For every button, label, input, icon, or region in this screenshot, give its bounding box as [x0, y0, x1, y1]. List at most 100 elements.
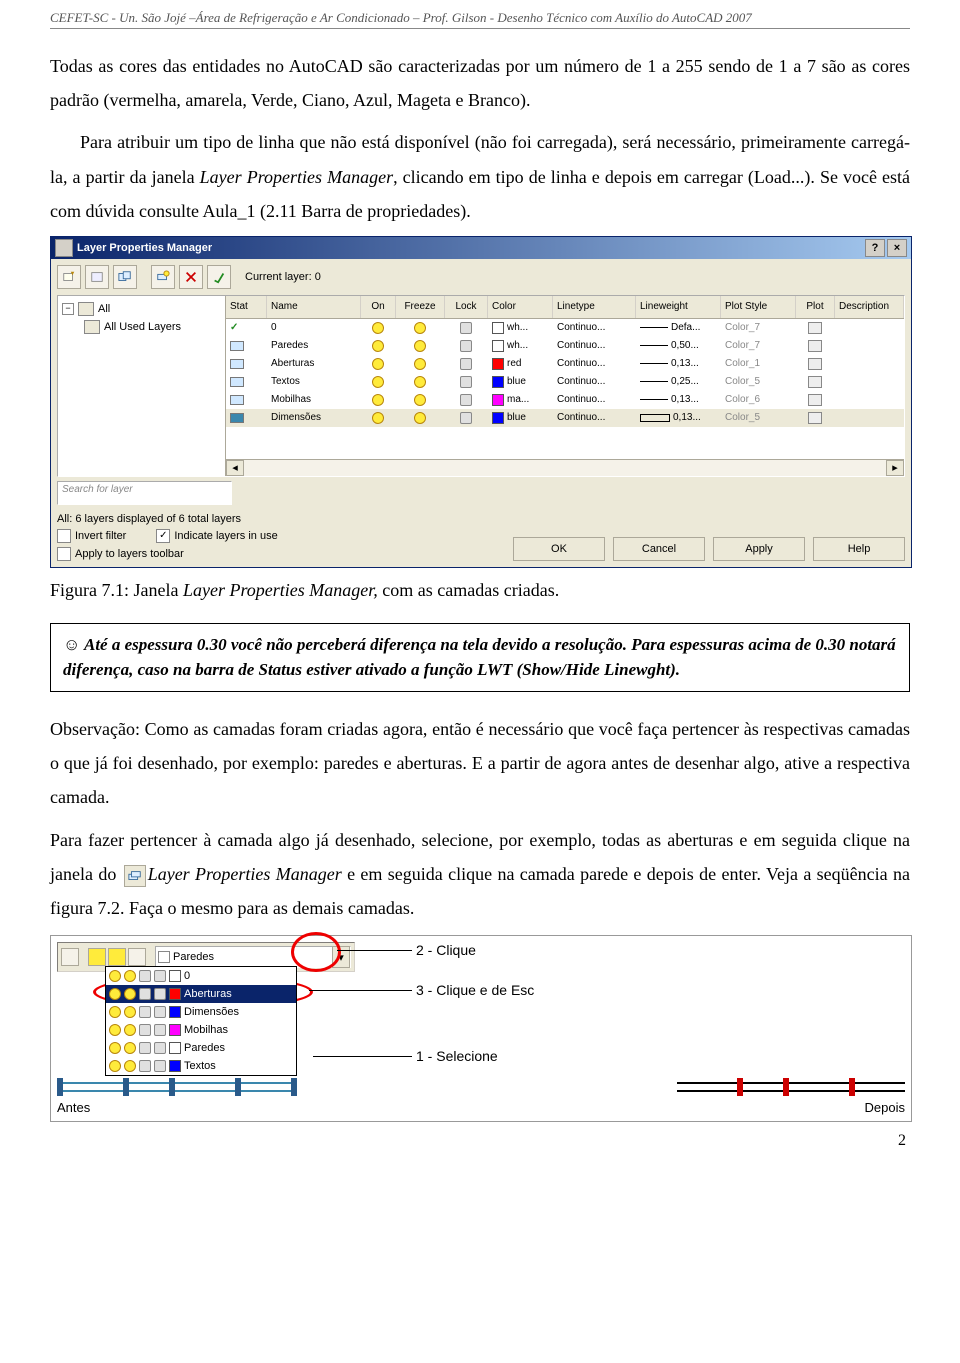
- apply-toolbar-checkbox[interactable]: [57, 547, 71, 561]
- printer-icon[interactable]: [808, 412, 822, 424]
- tree-all[interactable]: All: [98, 303, 110, 315]
- grid-header: Stat Name On Freeze Lock Color Linetype …: [226, 296, 904, 319]
- lineweight-cell[interactable]: 0,13...: [636, 358, 721, 369]
- lineweight-cell[interactable]: 0,13...: [636, 412, 721, 423]
- table-row[interactable]: DimensõesblueContinuo... 0,13...Color_5: [226, 409, 904, 427]
- indicate-checkbox[interactable]: ✓: [156, 529, 170, 543]
- col-description[interactable]: Description: [835, 296, 904, 318]
- list-item[interactable]: Mobilhas: [106, 1021, 296, 1039]
- list-item[interactable]: Dimensões: [106, 1003, 296, 1021]
- para4-b: Layer Properties Manager: [148, 864, 342, 884]
- color-swatch[interactable]: [492, 412, 504, 424]
- bulb-icon[interactable]: [372, 340, 384, 352]
- col-name[interactable]: Name: [267, 296, 361, 318]
- list-item[interactable]: 0: [106, 967, 296, 985]
- sun-icon[interactable]: [414, 340, 426, 352]
- bulb-icon[interactable]: [372, 394, 384, 406]
- lineweight-cell[interactable]: 0,13...: [636, 394, 721, 405]
- list-item[interactable]: Paredes: [106, 1039, 296, 1057]
- sun-icon[interactable]: [414, 412, 426, 424]
- close-button[interactable]: ×: [887, 239, 907, 257]
- printer-icon[interactable]: [808, 358, 822, 370]
- color-swatch[interactable]: [492, 394, 504, 406]
- lineweight-cell[interactable]: 0,50...: [636, 340, 721, 351]
- col-lock[interactable]: Lock: [445, 296, 488, 318]
- bulb-icon: [109, 988, 121, 1000]
- table-row[interactable]: ✓0wh...Continuo... Defa...Color_7: [226, 319, 904, 337]
- new-filter-icon[interactable]: [57, 265, 81, 289]
- lock-icon[interactable]: [460, 394, 472, 406]
- lock-icon[interactable]: [460, 340, 472, 352]
- col-on[interactable]: On: [361, 296, 396, 318]
- col-lineweight[interactable]: Lineweight: [636, 296, 721, 318]
- sun-icon[interactable]: [414, 376, 426, 388]
- scroll-left-icon[interactable]: ◂: [226, 460, 244, 476]
- lock-icon[interactable]: [460, 412, 472, 424]
- col-plotstyle[interactable]: Plot Style: [721, 296, 796, 318]
- lock-icon[interactable]: [460, 322, 472, 334]
- printer-icon[interactable]: [808, 394, 822, 406]
- layer-dropdown-list[interactable]: 0AberturasDimensõesMobilhasParedesTextos: [105, 966, 297, 1076]
- list-item[interactable]: Aberturas: [106, 985, 296, 1003]
- table-row[interactable]: AberturasredContinuo... 0,13...Color_1: [226, 355, 904, 373]
- help-button-bottom[interactable]: Help: [813, 537, 905, 561]
- scroll-track[interactable]: [244, 460, 886, 476]
- list-item[interactable]: Textos: [106, 1057, 296, 1075]
- invert-filter-checkbox[interactable]: [57, 529, 71, 543]
- linetype-cell[interactable]: Continuo...: [553, 412, 636, 423]
- linetype-cell[interactable]: Continuo...: [553, 394, 636, 405]
- lock-icon[interactable]: [460, 358, 472, 370]
- printer-icon[interactable]: [808, 340, 822, 352]
- bulb-icon[interactable]: [372, 376, 384, 388]
- bulb-icon[interactable]: [372, 322, 384, 334]
- color-swatch[interactable]: [492, 358, 504, 370]
- bulb-icon[interactable]: [372, 358, 384, 370]
- lock-icon[interactable]: [128, 948, 146, 966]
- linetype-cell[interactable]: Continuo...: [553, 358, 636, 369]
- apply-button[interactable]: Apply: [713, 537, 805, 561]
- lineweight-cell[interactable]: Defa...: [636, 322, 721, 333]
- delete-layer-icon[interactable]: [179, 265, 203, 289]
- new-group-filter-icon[interactable]: [85, 265, 109, 289]
- col-plot[interactable]: Plot: [796, 296, 835, 318]
- horizontal-scrollbar[interactable]: ◂ ▸: [226, 459, 904, 476]
- color-swatch[interactable]: [492, 322, 504, 334]
- tree-collapse-icon[interactable]: −: [62, 303, 74, 315]
- linetype-cell[interactable]: Continuo...: [553, 322, 636, 333]
- lineweight-cell[interactable]: 0,25...: [636, 376, 721, 387]
- filter-tree[interactable]: − All All Used Layers: [58, 296, 226, 476]
- plot-icon: [154, 1006, 166, 1018]
- sun-icon[interactable]: [414, 358, 426, 370]
- ok-button[interactable]: OK: [513, 537, 605, 561]
- lock-icon[interactable]: [460, 376, 472, 388]
- linetype-cell[interactable]: Continuo...: [553, 340, 636, 351]
- col-color[interactable]: Color: [488, 296, 553, 318]
- col-linetype[interactable]: Linetype: [553, 296, 636, 318]
- layer-states-icon[interactable]: [113, 265, 137, 289]
- linetype-cell[interactable]: Continuo...: [553, 376, 636, 387]
- printer-icon[interactable]: [808, 322, 822, 334]
- cancel-button[interactable]: Cancel: [613, 537, 705, 561]
- search-input[interactable]: Search for layer: [57, 481, 232, 505]
- color-swatch[interactable]: [492, 340, 504, 352]
- table-row[interactable]: TextosblueContinuo... 0,25...Color_5: [226, 373, 904, 391]
- col-stat[interactable]: Stat: [226, 296, 267, 318]
- bulb-icon[interactable]: [372, 412, 384, 424]
- color-swatch[interactable]: [492, 376, 504, 388]
- table-row[interactable]: Paredeswh...Continuo... 0,50...Color_7: [226, 337, 904, 355]
- tree-used[interactable]: All Used Layers: [104, 321, 181, 333]
- layers-icon[interactable]: [61, 948, 79, 966]
- set-current-icon[interactable]: [207, 265, 231, 289]
- sun-icon[interactable]: [414, 322, 426, 334]
- sun-icon[interactable]: [414, 394, 426, 406]
- dialog-titlebar[interactable]: Layer Properties Manager ? ×: [51, 237, 911, 259]
- col-freeze[interactable]: Freeze: [396, 296, 445, 318]
- table-row[interactable]: Mobilhasma...Continuo... 0,13...Color_6: [226, 391, 904, 409]
- printer-icon[interactable]: [808, 376, 822, 388]
- plotstyle-cell: Color_5: [721, 412, 796, 423]
- help-button[interactable]: ?: [865, 239, 885, 257]
- new-layer-icon[interactable]: [151, 265, 175, 289]
- scroll-right-icon[interactable]: ▸: [886, 460, 904, 476]
- bulb-icon[interactable]: [88, 948, 106, 966]
- sun-icon[interactable]: [108, 948, 126, 966]
